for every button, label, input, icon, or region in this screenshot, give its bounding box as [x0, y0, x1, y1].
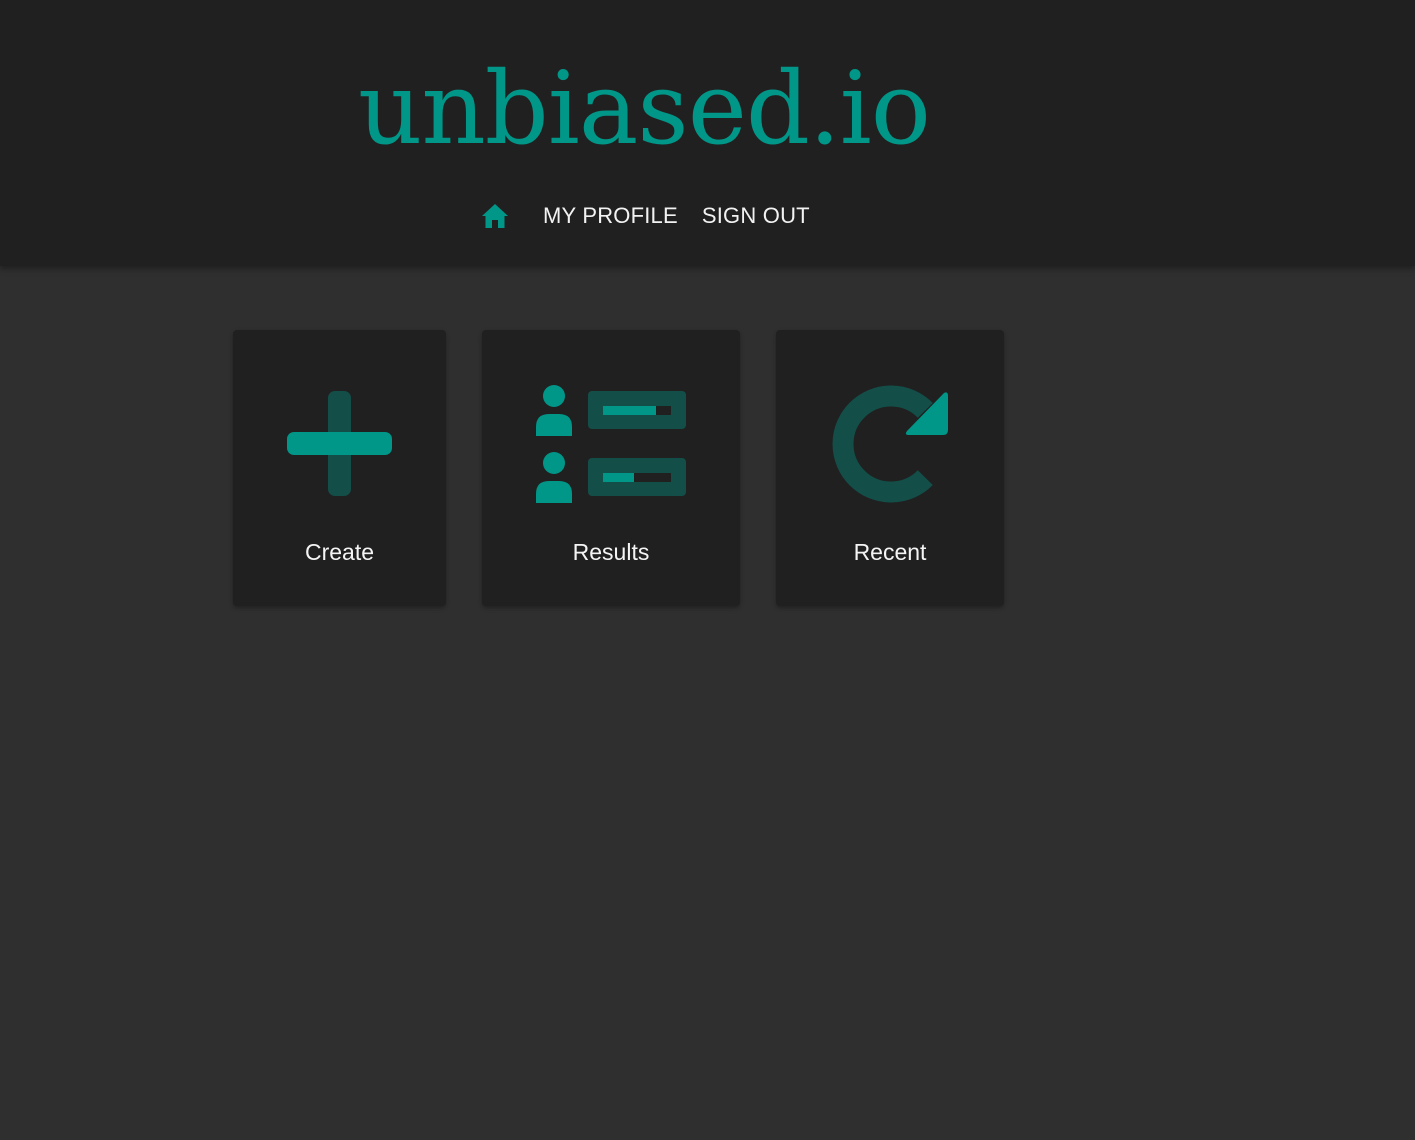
logo[interactable]: unbiased.io	[358, 44, 931, 174]
card-recent[interactable]: Recent	[776, 330, 1004, 606]
card-create-label: Create	[304, 539, 375, 565]
card-create[interactable]: Create	[233, 330, 446, 606]
plus-icon	[287, 391, 392, 496]
card-recent-label: Recent	[853, 539, 927, 565]
card-results[interactable]: Results	[482, 330, 740, 606]
header: unbiased.io MY PROFILE SIGN OUT	[0, 0, 1415, 266]
card-results-label: Results	[572, 539, 650, 565]
home-button[interactable]	[474, 196, 516, 236]
refresh-icon	[832, 385, 948, 503]
nav-sign-out[interactable]: SIGN OUT	[702, 203, 810, 229]
main-nav: MY PROFILE SIGN OUT	[474, 196, 810, 236]
nav-my-profile[interactable]: MY PROFILE	[543, 203, 678, 229]
results-list-icon	[536, 385, 686, 503]
home-icon	[482, 204, 508, 228]
